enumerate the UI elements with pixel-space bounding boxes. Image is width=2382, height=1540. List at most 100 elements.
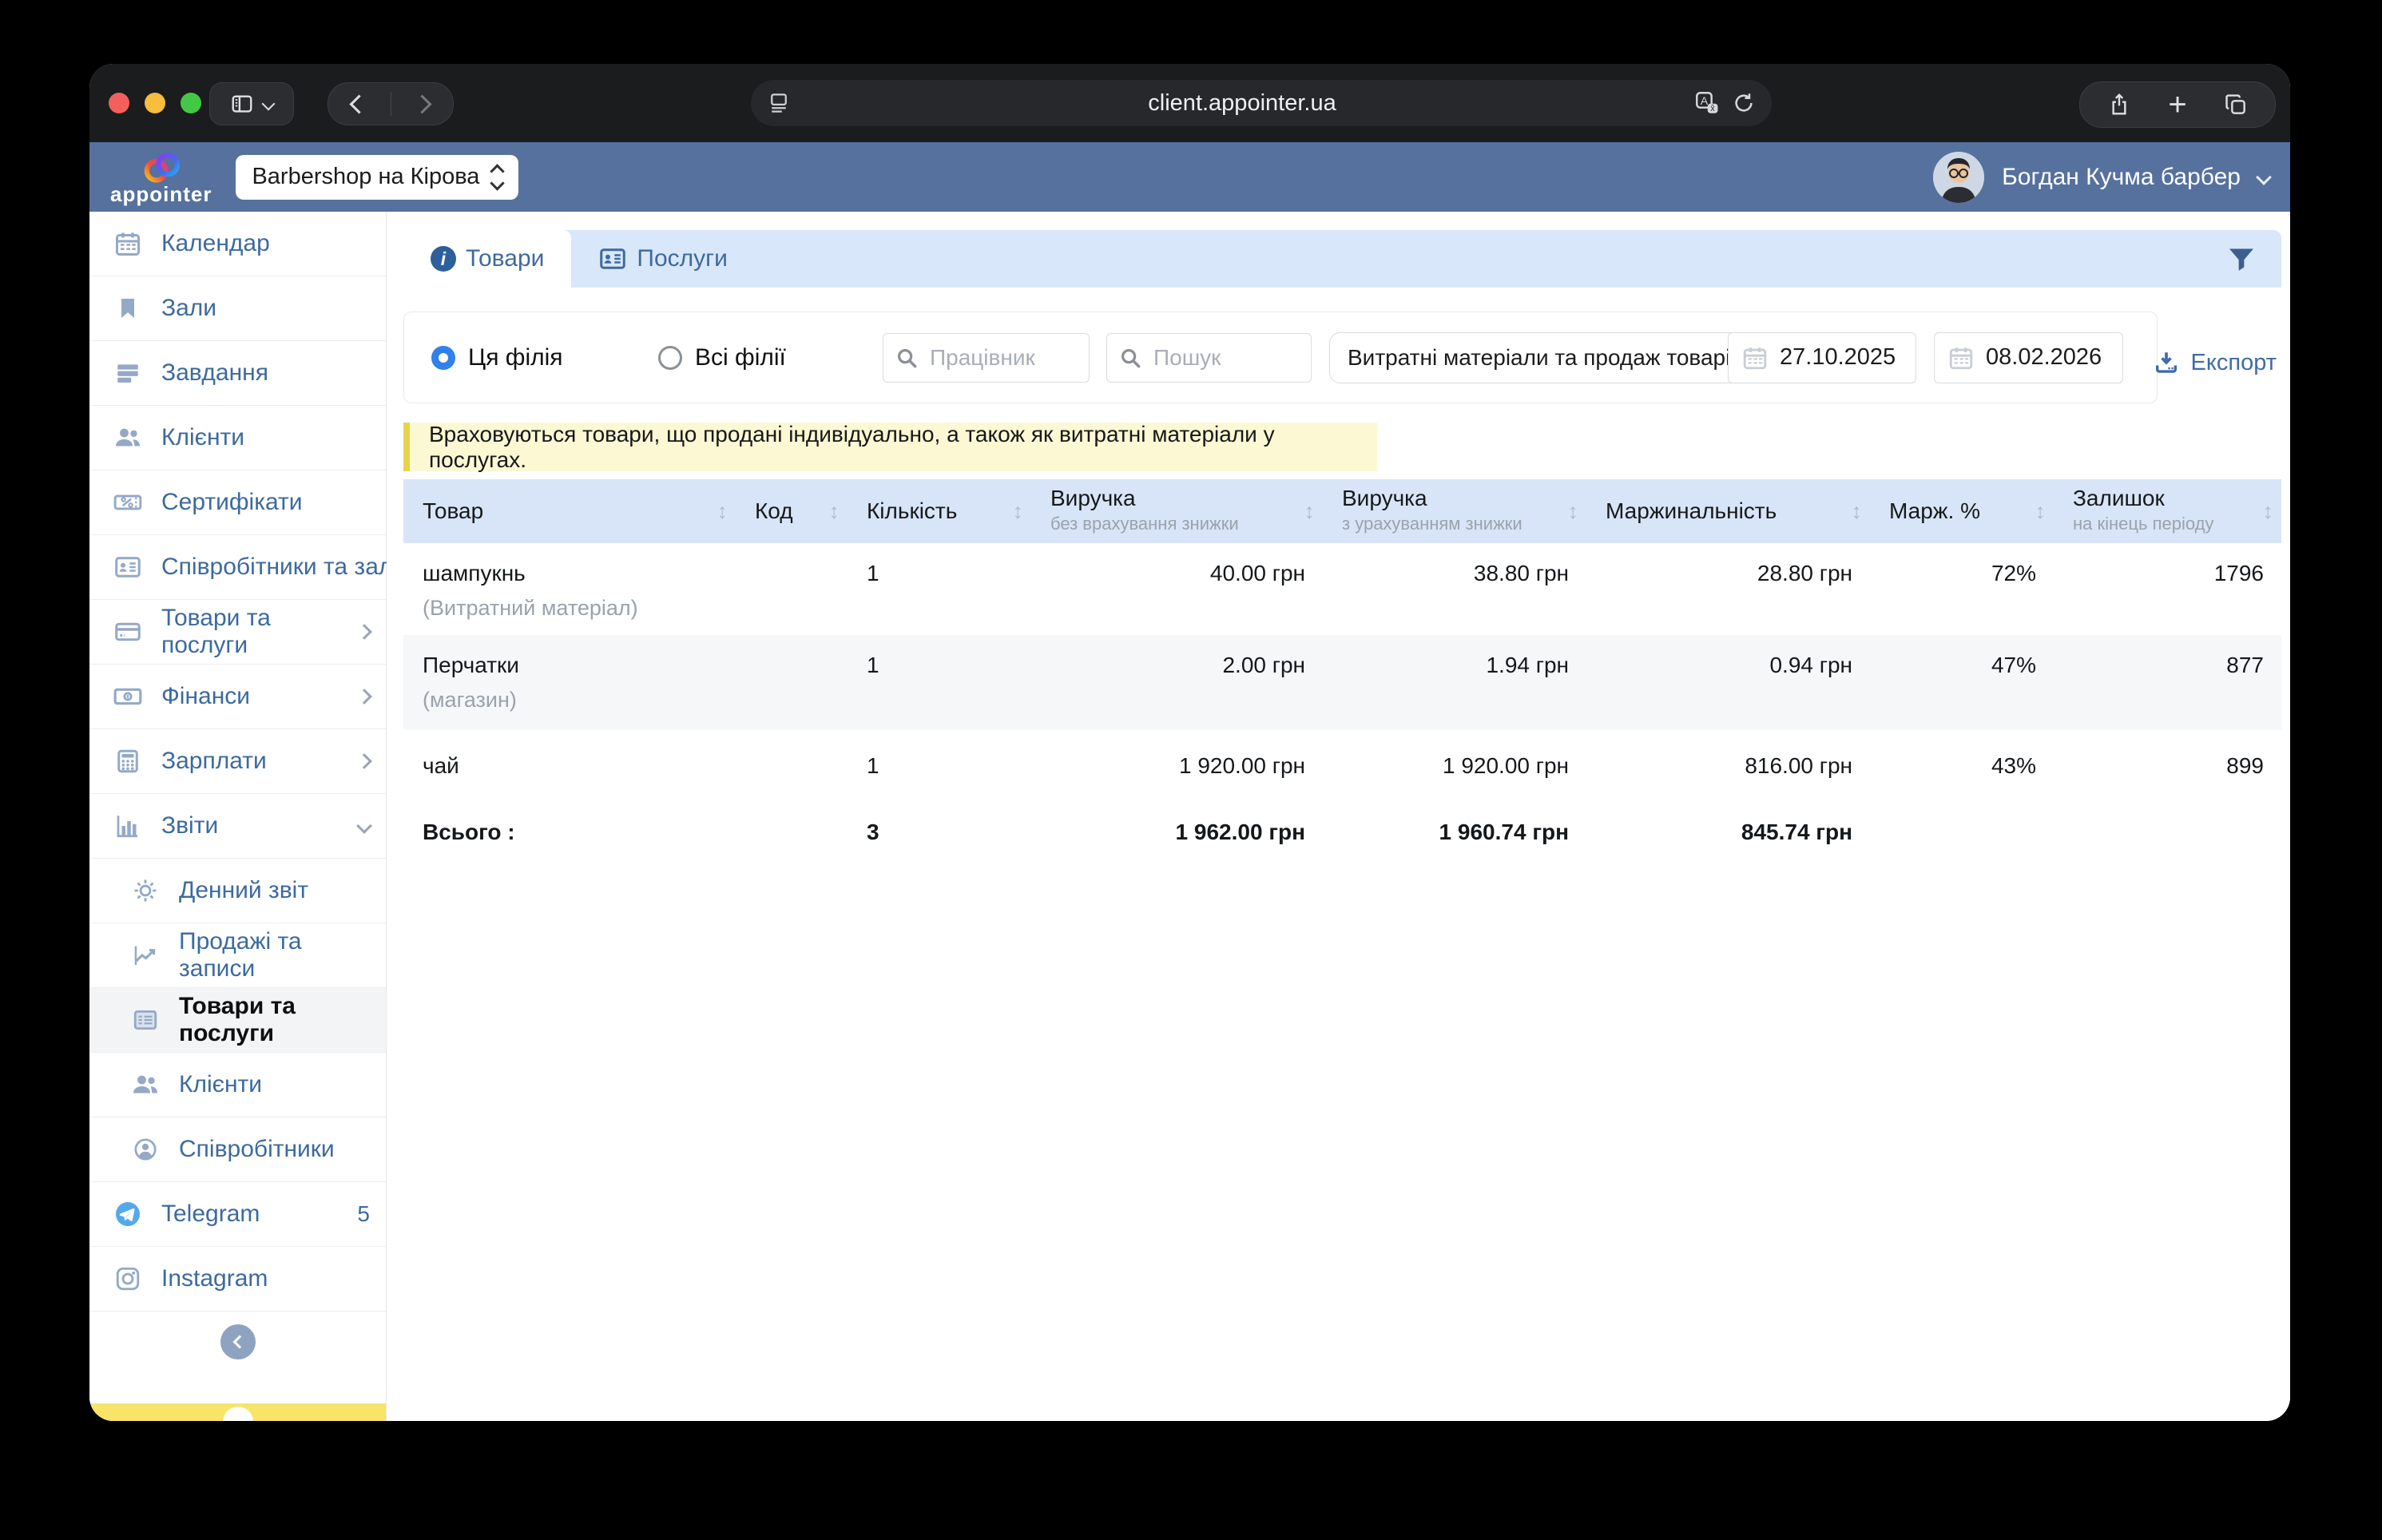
forward-button[interactable] — [391, 83, 454, 125]
traffic-lights — [109, 93, 201, 113]
sidebar-item-daily-report[interactable]: Денний звіт — [89, 859, 386, 923]
appointer-logo-icon — [144, 152, 180, 183]
new-tab-icon[interactable]: + — [2168, 89, 2186, 121]
back-button[interactable] — [328, 83, 391, 125]
bookmark-icon — [112, 296, 144, 321]
table-totals-row: Всього : 3 1 962.00 грн 1 960.74 грн 845… — [423, 820, 1852, 844]
radio-all-branches[interactable]: Всі філії — [658, 344, 786, 371]
employee-search-field[interactable] — [883, 332, 1090, 383]
category-select[interactable]: Витратні матеріали та продаж товарів — [1329, 331, 1786, 383]
table-row[interactable]: Перчатки (магазин) 1 2.00 грн 1.94 грн 0.… — [403, 635, 2281, 730]
app-logo: appointer — [110, 151, 212, 204]
search-icon — [895, 346, 919, 370]
reload-icon[interactable] — [1732, 91, 1756, 115]
calendar-icon — [112, 229, 144, 258]
browser-chrome: client.appointer.ua + — [89, 64, 2290, 142]
telegram-badge: 5 — [357, 1201, 370, 1226]
zoom-button[interactable] — [181, 93, 201, 113]
sidebar-item-goods-services[interactable]: Товари та послуги — [89, 600, 386, 665]
certificate-icon — [112, 487, 144, 518]
radio-off-icon — [658, 345, 682, 370]
sidebar-item-calendar[interactable]: Календар — [89, 212, 386, 276]
sidebar-item-goods-services-report[interactable]: Товари та послуги — [89, 988, 386, 1053]
sort-icon[interactable]: ↕ — [2263, 499, 2274, 524]
sidebar-toggle-button[interactable] — [209, 82, 294, 125]
date-from-field[interactable]: 27.10.2025 — [1728, 331, 1916, 383]
sort-icon[interactable]: ↕ — [1568, 499, 1579, 524]
column-header-code[interactable]: Код ↕ — [736, 479, 848, 543]
sidebar-item-certificates[interactable]: Сертифікати — [89, 470, 386, 535]
tab-goods[interactable]: i Товари — [403, 230, 572, 288]
filter-box: Ця філія Всі філії Працівник Пошук Витра… — [403, 312, 2158, 403]
users-icon — [129, 1070, 161, 1099]
export-button[interactable]: Експорт — [2153, 349, 2277, 376]
minimize-button[interactable] — [145, 93, 165, 113]
sort-icon[interactable]: ↕ — [2035, 499, 2047, 524]
sidebar-item-instagram[interactable]: Instagram — [89, 1247, 386, 1312]
column-header-margin-pct[interactable]: Марж. % ↕ — [1870, 479, 2054, 543]
search-input[interactable] — [1152, 343, 1300, 371]
date-to-field[interactable]: 08.02.2026 — [1934, 331, 2123, 383]
nav-buttons — [328, 82, 454, 125]
toolbar-buttons: + — [2079, 81, 2276, 128]
tabs-overview-icon[interactable] — [2223, 92, 2249, 117]
radio-this-branch[interactable]: Ця філія — [431, 344, 563, 371]
calendar-icon — [1947, 344, 1975, 371]
close-button[interactable] — [109, 93, 129, 113]
sidebar-item-tasks[interactable]: Завдання — [89, 341, 386, 406]
translate-icon[interactable] — [1693, 89, 1721, 117]
sidebar-item-clients-report[interactable]: Клієнти — [89, 1053, 386, 1117]
sidebar-item-sales-records[interactable]: Продажі та записи — [89, 923, 386, 988]
sidebar-item-staff-report[interactable]: Співробітники — [89, 1117, 386, 1182]
user-circle-icon — [129, 1136, 161, 1163]
table-row[interactable]: шампукнь (Витратний матеріал) 1 40.00 грн… — [403, 543, 2281, 635]
share-icon[interactable] — [2106, 92, 2132, 117]
table-row[interactable]: чай 1 1 920.00 грн 1 920.00 грн 816.00 г… — [403, 730, 2281, 802]
tasks-icon — [112, 359, 144, 387]
column-header-quantity[interactable]: Кількість ↕ — [848, 479, 1031, 543]
app-logo-text: appointer — [110, 181, 212, 206]
sidebar-item-salaries[interactable]: Зарплати — [89, 729, 386, 794]
sidebar-item-finances[interactable]: Фінанси — [89, 665, 386, 729]
sidebar-item-reports[interactable]: Звіти — [89, 794, 386, 859]
goods-table: Товар ↕ Код ↕ Кількість ↕ Виручка без врахув… — [403, 479, 2281, 863]
radio-on-icon — [431, 345, 455, 370]
sidebar-item-clients[interactable]: Клієнти — [89, 406, 386, 470]
sort-icon[interactable]: ↕ — [717, 499, 728, 524]
support-banner[interactable] — [89, 1403, 386, 1421]
id-card-icon — [598, 244, 627, 273]
column-header-product[interactable]: Товар ↕ — [403, 479, 736, 543]
avatar — [1933, 151, 1985, 203]
table-header-row: Товар ↕ Код ↕ Кількість ↕ Виручка без врахув… — [403, 479, 2281, 543]
reader-icon[interactable] — [767, 91, 791, 115]
sort-icon[interactable]: ↕ — [1852, 499, 1863, 524]
users-icon — [112, 423, 144, 452]
column-header-margin[interactable]: Маржинальність ↕ — [1586, 479, 1870, 543]
user-name: Богдан Кучма барбер — [2002, 163, 2241, 190]
column-header-revenue-discount[interactable]: Виручка з урахуванням знижки ↕ — [1323, 479, 1586, 543]
column-header-revenue[interactable]: Виручка без врахування знижки ↕ — [1031, 479, 1323, 543]
sort-icon[interactable]: ↕ — [829, 499, 840, 524]
branch-selector[interactable]: Barbershop на Кірова — [236, 154, 519, 200]
user-menu[interactable]: Богдан Кучма барбер — [1933, 151, 2272, 203]
sun-icon — [129, 877, 161, 904]
collapse-sidebar-button[interactable] — [220, 1324, 256, 1359]
sidebar-item-staff-halls[interactable]: Співробітники та зали — [89, 535, 438, 600]
sort-icon[interactable]: ↕ — [1304, 499, 1316, 524]
id-card-icon — [112, 553, 144, 581]
address-bar[interactable]: client.appointer.ua — [751, 80, 1772, 126]
browser-window: client.appointer.ua + appointer Barbersh… — [89, 64, 2290, 1421]
column-header-stock[interactable]: Залишок на кінець періоду ↕ — [2054, 479, 2281, 543]
calendar-icon — [1741, 344, 1769, 371]
url-text[interactable]: client.appointer.ua — [791, 90, 1693, 117]
branch-selector-value: Barbershop на Кірова — [252, 164, 480, 189]
sidebar-item-telegram[interactable]: Telegram 5 — [89, 1182, 386, 1247]
filter-icon[interactable] — [2225, 243, 2257, 275]
employee-search-input[interactable] — [928, 343, 1078, 371]
tab-services[interactable]: Послуги — [571, 230, 754, 288]
search-field[interactable] — [1106, 332, 1312, 383]
money-icon — [112, 681, 144, 712]
bar-chart-icon — [112, 812, 144, 840]
sidebar-item-halls[interactable]: Зали — [89, 276, 386, 341]
sort-icon[interactable]: ↕ — [1013, 499, 1024, 524]
